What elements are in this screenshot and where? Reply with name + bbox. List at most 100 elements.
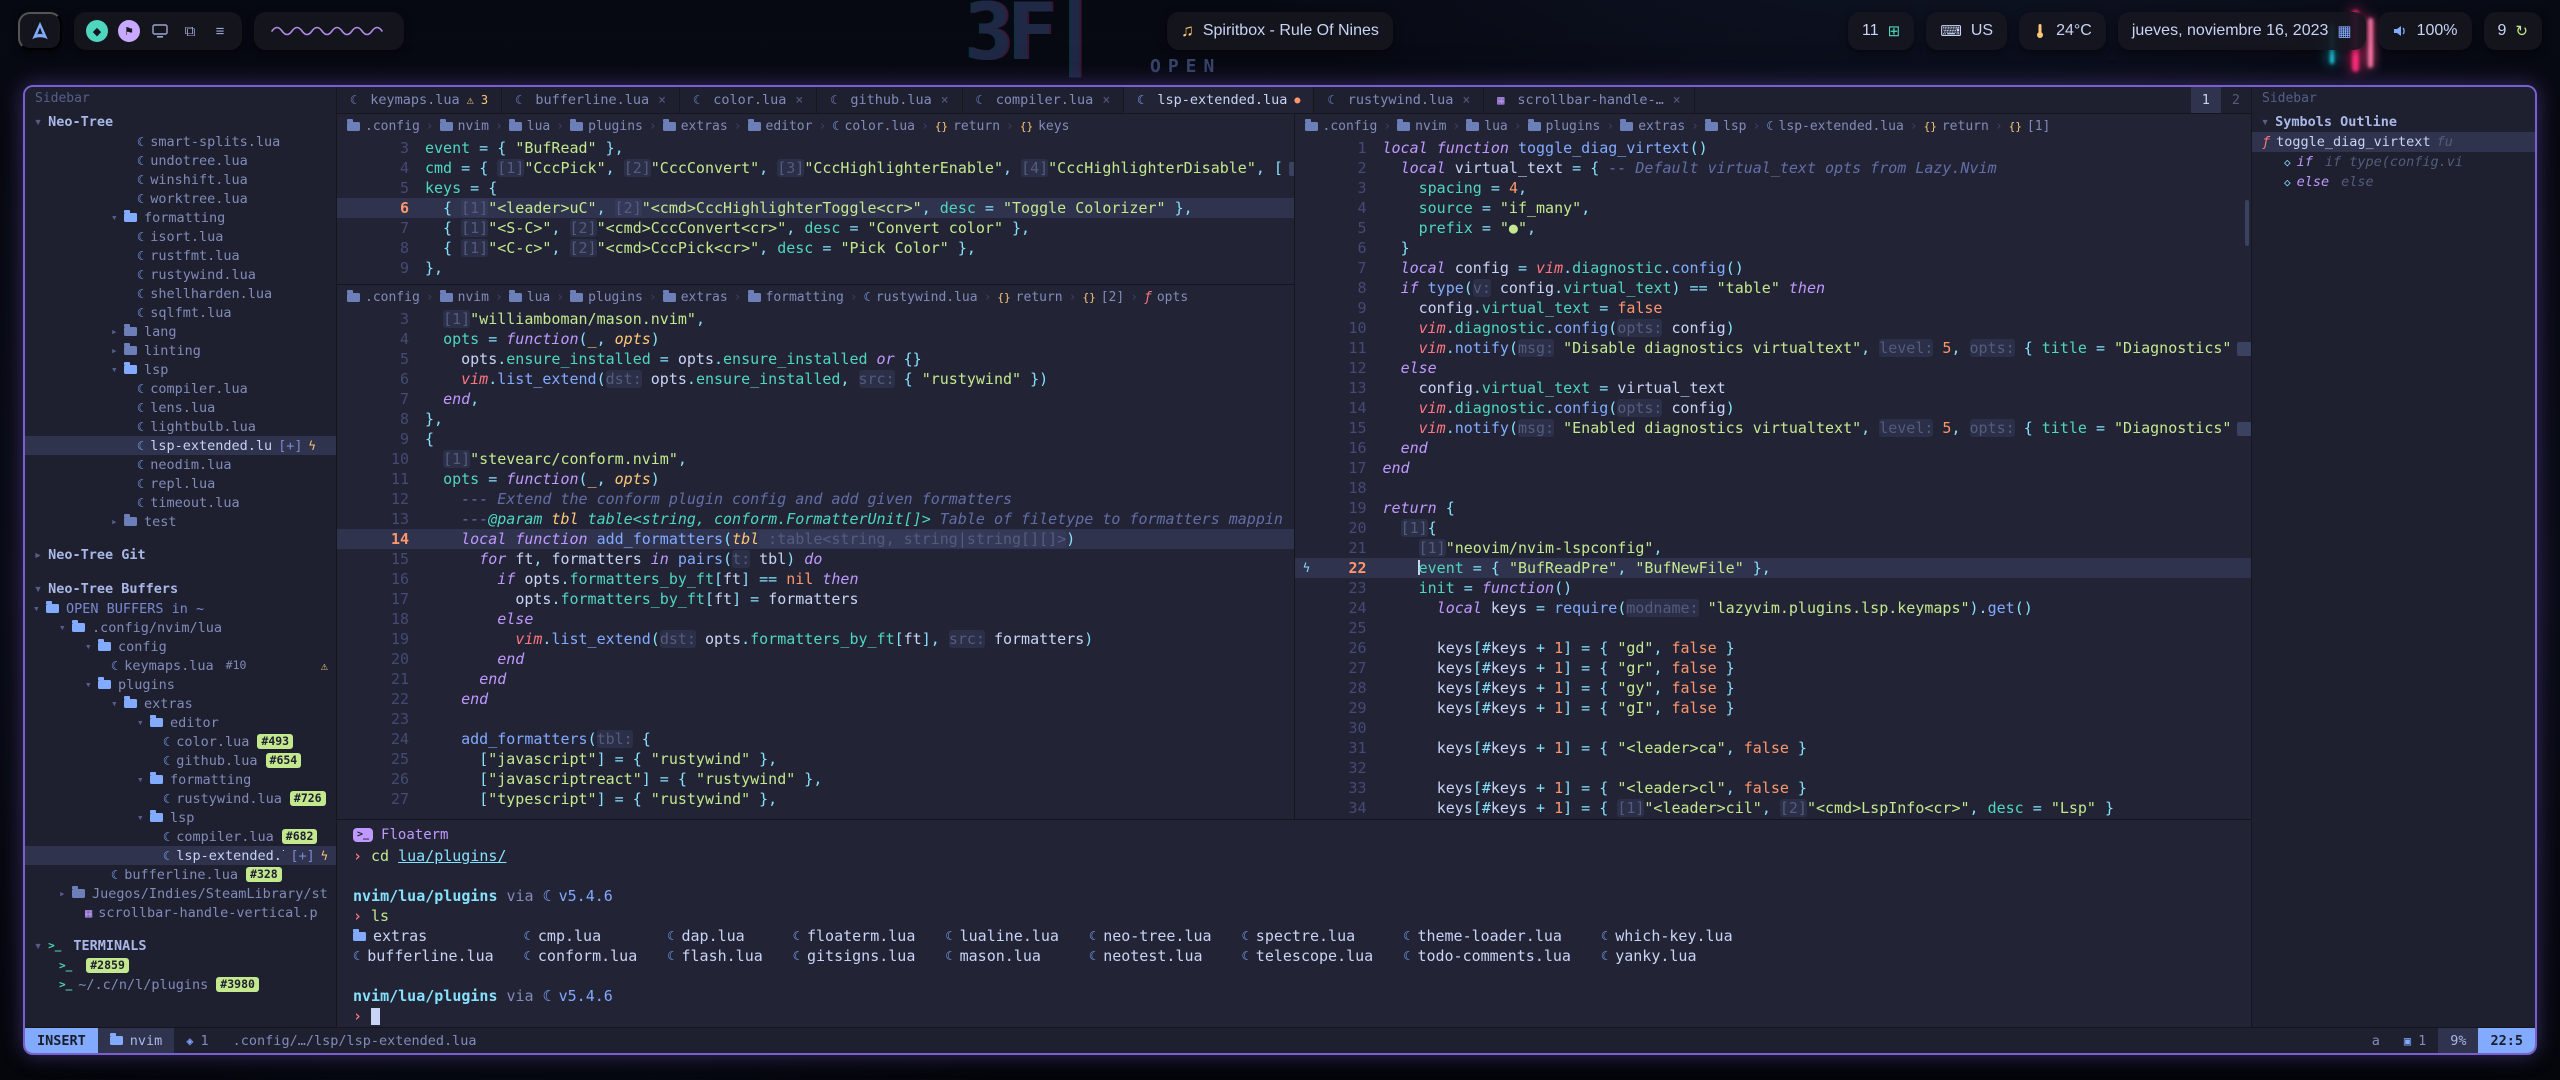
- breadcrumb-item[interactable]: .config: [347, 119, 420, 134]
- symbol-item[interactable]: ◇elseelse: [2252, 172, 2535, 192]
- tab-lsp-extended.lua[interactable]: ☾lsp-extended.lua●: [1124, 87, 1314, 113]
- tree-item[interactable]: ☾rustywind.lua: [25, 265, 336, 284]
- tree-item[interactable]: ☾smart-splits.lua: [25, 132, 336, 151]
- window-title-pill[interactable]: [254, 12, 404, 50]
- tree-item[interactable]: ☾repl.lua: [25, 474, 336, 493]
- tree-item[interactable]: ☾lightbulb.lua: [25, 417, 336, 436]
- workspace-pip-icon[interactable]: ⧉: [180, 23, 200, 40]
- breadcrumb-item[interactable]: .config: [1305, 119, 1378, 134]
- tab-page-1[interactable]: 1: [2191, 87, 2221, 113]
- ls-file[interactable]: ☾theme-loader.lua: [1403, 926, 1571, 946]
- tree-item[interactable]: ☾isort.lua: [25, 227, 336, 246]
- tree-item[interactable]: ▸lang: [25, 322, 336, 341]
- workspace-files-icon[interactable]: ≡: [210, 23, 230, 40]
- updates-module[interactable]: 9↻: [2484, 12, 2542, 50]
- tree-item[interactable]: ☾compiler.lua: [25, 379, 336, 398]
- tree-item[interactable]: >_#2859: [25, 956, 336, 975]
- ls-file[interactable]: ☾neotest.lua: [1089, 946, 1212, 966]
- breadcrumb-item[interactable]: lua: [509, 119, 550, 134]
- breadcrumb-item[interactable]: nvim: [1397, 119, 1446, 134]
- ls-file[interactable]: ☾todo-comments.lua: [1403, 946, 1571, 966]
- tab-rustywind.lua[interactable]: ☾rustywind.lua×: [1314, 87, 1484, 113]
- breadcrumb-item[interactable]: .config: [347, 290, 420, 305]
- ls-file[interactable]: ☾neo-tree.lua: [1089, 926, 1212, 946]
- tree-item[interactable]: ☾bufferline.lua#328: [25, 865, 336, 884]
- close-icon[interactable]: ×: [1462, 93, 1470, 108]
- close-icon[interactable]: ×: [658, 93, 666, 108]
- section-header-neo-tree-buffers[interactable]: ▾Neo-Tree Buffers: [25, 578, 336, 599]
- breadcrumb-item[interactable]: {}return: [997, 290, 1062, 305]
- harpoon-slot[interactable]: ◈1: [174, 1033, 220, 1049]
- ls-file[interactable]: ☾cmp.lua: [524, 926, 638, 946]
- scrollbar-thumb[interactable]: [2245, 200, 2249, 246]
- ls-file[interactable]: ☾spectre.lua: [1242, 926, 1374, 946]
- tab-bufferline.lua[interactable]: ☾bufferline.lua×: [502, 87, 680, 113]
- ls-file[interactable]: ☾bufferline.lua: [353, 946, 494, 966]
- breadcrumb-item[interactable]: lua: [509, 290, 550, 305]
- ls-file[interactable]: extras: [353, 926, 494, 946]
- tree-item[interactable]: ☾color.lua#493: [25, 732, 336, 751]
- tab-scrollbar-handle-[interactable]: ▦scrollbar-handle-…×: [1484, 87, 1694, 113]
- pane-color-lua[interactable]: .config›nvim›lua›plugins›extras›editor›☾…: [337, 114, 1294, 284]
- tab-compiler.lua[interactable]: ☾compiler.lua×: [963, 87, 1125, 113]
- close-icon[interactable]: ×: [795, 93, 803, 108]
- tree-item[interactable]: ▾OPEN BUFFERS in ~: [25, 599, 336, 618]
- breadcrumb-item[interactable]: {}return: [935, 119, 1000, 134]
- breadcrumb-item[interactable]: {}keys: [1020, 119, 1070, 134]
- breadcrumb-item[interactable]: plugins: [1528, 119, 1601, 134]
- tree-item[interactable]: ☾lsp-extended.lu[+]ϟ: [25, 846, 336, 865]
- breadcrumb-item[interactable]: ☾lsp-extended.lua: [1766, 119, 1903, 134]
- breadcrumb-item[interactable]: plugins: [570, 290, 643, 305]
- tree-item[interactable]: ▸linting: [25, 341, 336, 360]
- tree-item[interactable]: ▾plugins: [25, 675, 336, 694]
- breadcrumb-item[interactable]: ƒopts: [1144, 290, 1188, 305]
- tree-item[interactable]: ☾rustywind.lua#726: [25, 789, 336, 808]
- tree-item[interactable]: ☾compiler.lua#682: [25, 827, 336, 846]
- breadcrumb-item[interactable]: nvim: [440, 290, 489, 305]
- tree-item[interactable]: ▾config: [25, 637, 336, 656]
- tree-item[interactable]: ☾github.lua#654: [25, 751, 336, 770]
- code-area[interactable]: 3event = { "BufRead" },4cmd = { [1]"CccP…: [337, 138, 1294, 284]
- code-area[interactable]: 1local function toggle_diag_virtext()2 l…: [1295, 138, 2252, 819]
- ls-file[interactable]: ☾gitsigns.lua: [793, 946, 916, 966]
- section-header-neo-tree-git[interactable]: ▸Neo-Tree Git: [25, 544, 336, 565]
- symbol-item[interactable]: ƒtoggle_diag_virtextfu: [2252, 132, 2535, 152]
- ls-file[interactable]: ☾lualine.lua: [945, 926, 1059, 946]
- window-count-module[interactable]: 11⊞: [1848, 12, 1914, 50]
- ls-file[interactable]: ☾yanky.lua: [1601, 946, 1733, 966]
- tree-item[interactable]: ☾lsp-extended.lu[+]ϟ: [25, 436, 336, 455]
- tree-item[interactable]: ▾editor: [25, 713, 336, 732]
- ls-file[interactable]: ☾which-key.lua: [1601, 926, 1733, 946]
- tree-item[interactable]: ☾keymaps.lua#10⚠: [25, 656, 336, 675]
- breadcrumb-item[interactable]: extras: [663, 290, 728, 305]
- floating-terminal[interactable]: >_Floaterm›cdlua/plugins/nvim/lua/plugin…: [337, 819, 2251, 1027]
- tree-item[interactable]: ▦scrollbar-handle-vertical.p: [25, 903, 336, 922]
- breadcrumb-item[interactable]: formatting: [748, 290, 844, 305]
- cwd-segment[interactable]: nvim: [98, 1028, 175, 1053]
- breadcrumb-item[interactable]: nvim: [440, 119, 489, 134]
- tree-item[interactable]: ▾.config/nvim/lua: [25, 618, 336, 637]
- tree-item[interactable]: ☾winshift.lua: [25, 170, 336, 189]
- section-header-terminals[interactable]: ▾>_TERMINALS: [25, 935, 336, 956]
- section-header-neo-tree[interactable]: ▾Neo-Tree: [25, 111, 336, 132]
- tree-item[interactable]: ☾lens.lua: [25, 398, 336, 417]
- workspace-monitor-icon[interactable]: [150, 24, 170, 39]
- ls-file[interactable]: ☾conform.lua: [524, 946, 638, 966]
- tree-item[interactable]: ☾neodim.lua: [25, 455, 336, 474]
- symbols-outline-header[interactable]: ▾ Symbols Outline: [2252, 111, 2535, 132]
- code-area[interactable]: 3 [1]"williamboman/mason.nvim",4 opts = …: [337, 309, 1294, 819]
- close-icon[interactable]: ×: [1102, 93, 1110, 108]
- media-player-module[interactable]: ♫ Spiritbox - Rule Of Nines: [1167, 12, 1393, 50]
- tree-item[interactable]: ▸Juegos/Indies/SteamLibrary/st: [25, 884, 336, 903]
- tab-keymaps.lua[interactable]: ☾keyma​ps.lua⚠3: [337, 87, 502, 113]
- tree-item[interactable]: >_~/.c/n/l/plugins#3980: [25, 975, 336, 994]
- tree-item[interactable]: ☾undotree.lua: [25, 151, 336, 170]
- breadcrumb-item[interactable]: extras: [1620, 119, 1685, 134]
- ls-file[interactable]: ☾floaterm.lua: [793, 926, 916, 946]
- workspace-media[interactable]: ◆: [86, 20, 108, 42]
- ls-file[interactable]: ☾telescope.lua: [1242, 946, 1374, 966]
- volume-module[interactable]: 100%: [2378, 12, 2472, 50]
- breadcrumb-item[interactable]: {}[1]: [2009, 119, 2051, 134]
- launcher-button[interactable]: [18, 12, 62, 50]
- tab-page-2[interactable]: 2: [2221, 87, 2251, 113]
